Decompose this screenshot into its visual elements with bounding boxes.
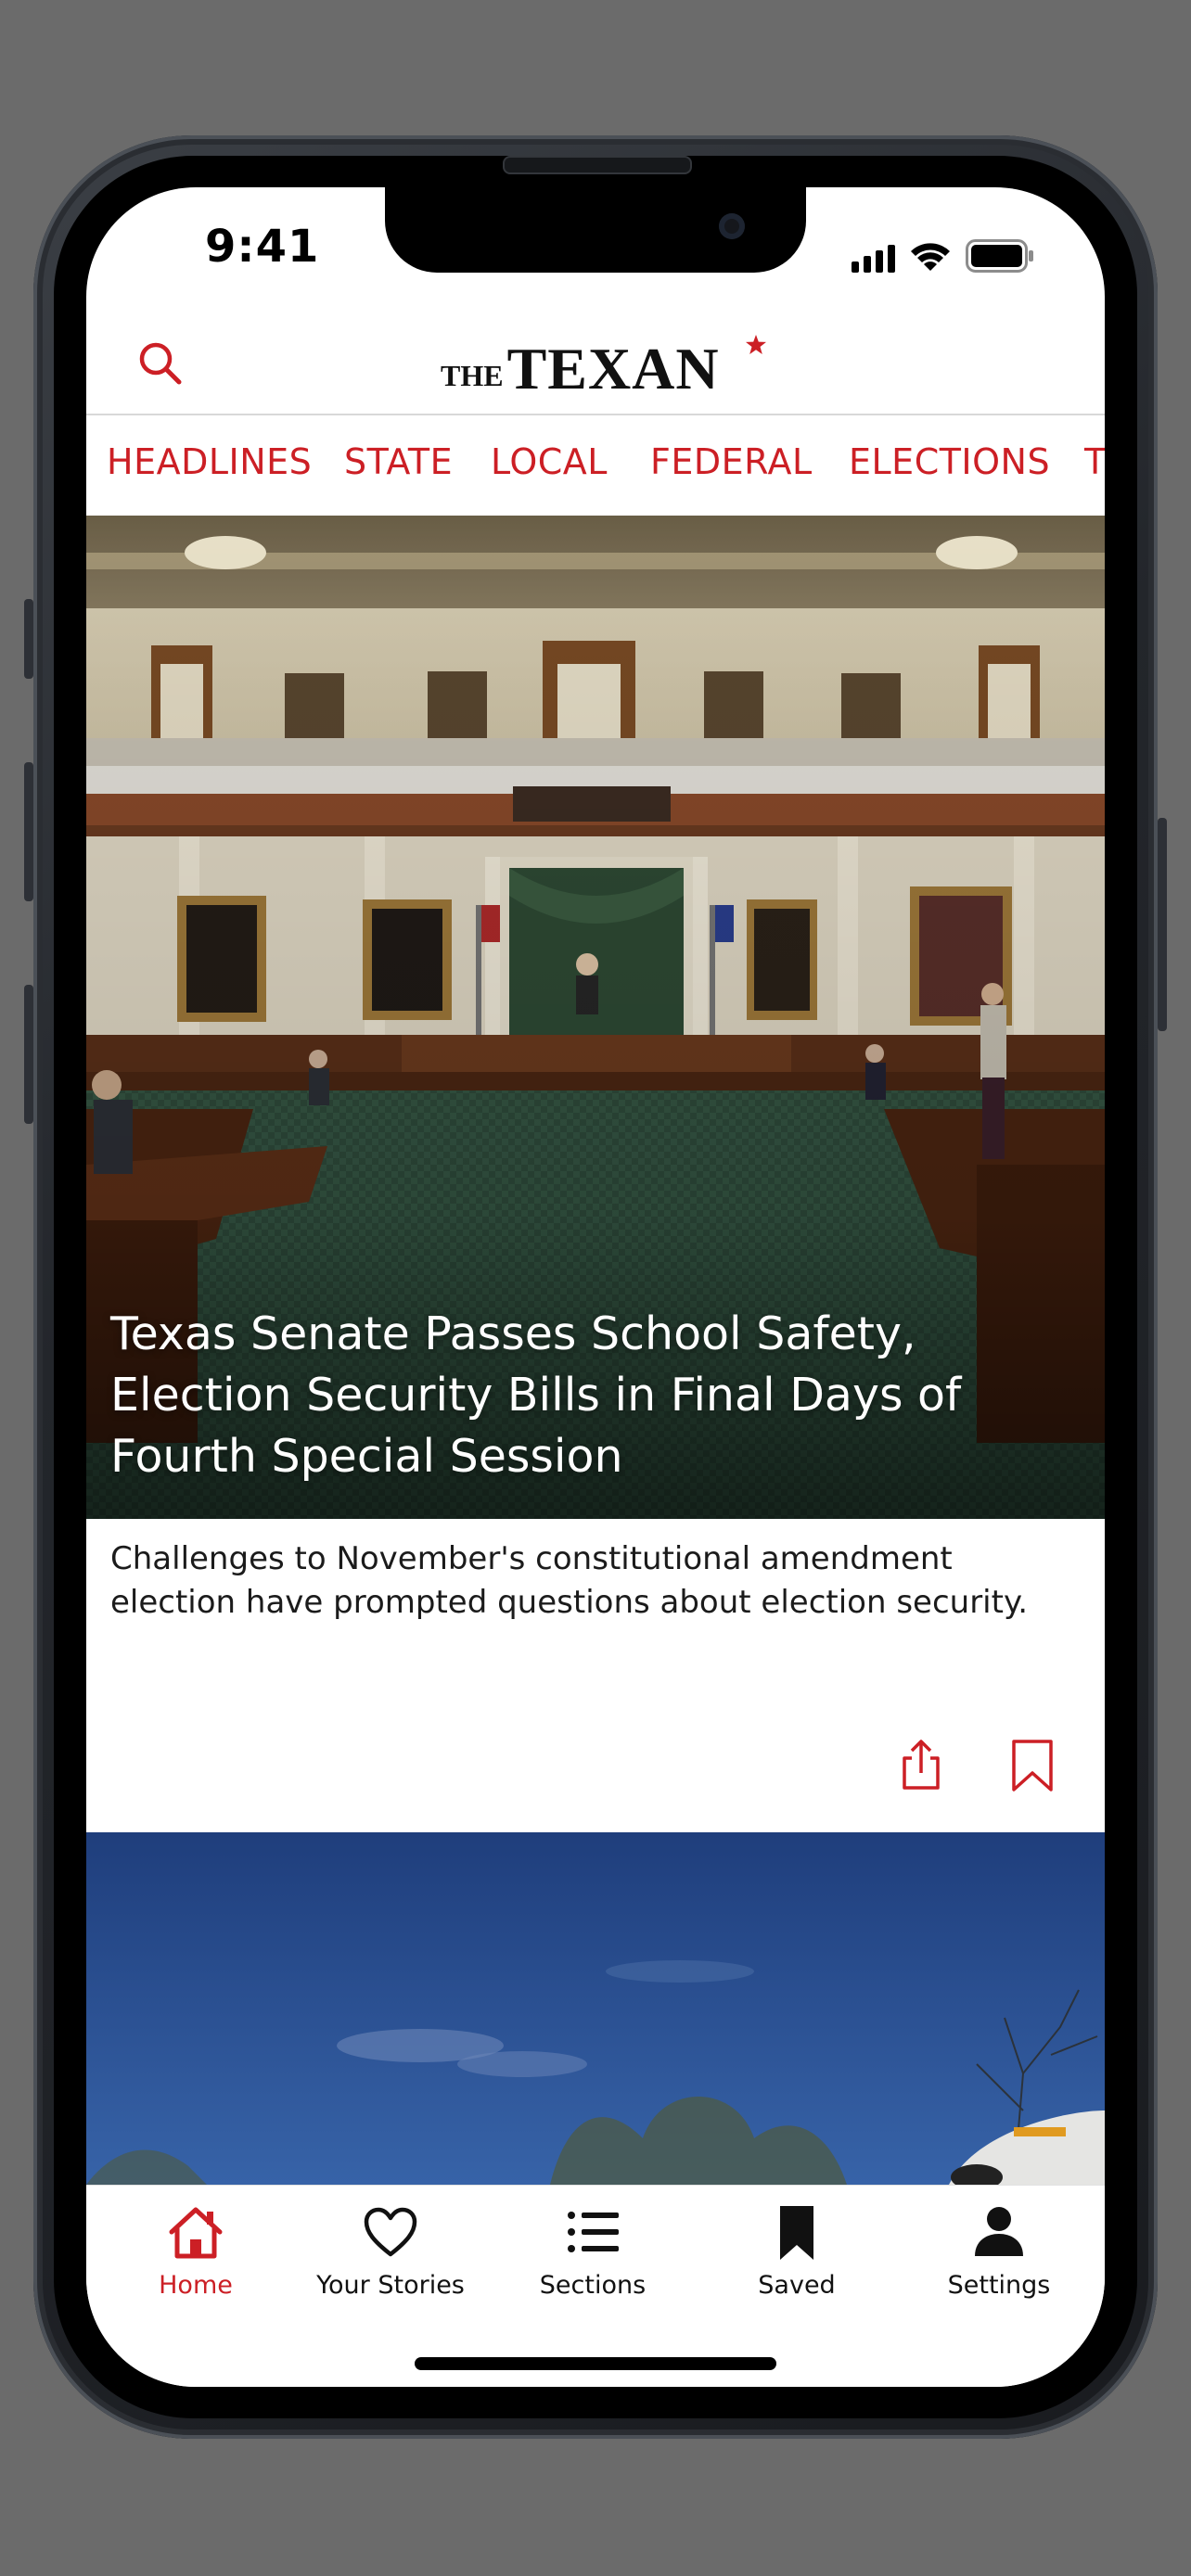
list-icon [568,2212,619,2252]
person-icon [975,2207,1023,2256]
logo-main-text: TEXAN [506,336,720,402]
share-icon [903,1740,940,1790]
category-tab-state[interactable]: STATE [344,441,453,482]
the-texan-logo: THE TEXAN [441,334,766,402]
earpiece-speaker [503,156,692,174]
search-icon [139,342,182,385]
app-header: THE TEXAN [86,317,1105,414]
status-bar: 9:41 [86,187,1105,317]
tab-saved[interactable]: Saved [704,2197,890,2317]
heart-icon [364,2207,417,2257]
status-icons [852,239,1034,273]
tab-settings[interactable]: Settings [906,2197,1092,2317]
category-nav: HEADLINES STATE LOCAL FEDERAL ELECTIONS … [86,415,1105,516]
bookmark-button[interactable] [1003,1736,1062,1795]
category-tab-federal[interactable]: FEDERAL [650,441,813,482]
dynamic-notch [385,187,806,273]
tab-home[interactable]: Home [103,2197,288,2317]
power-button [1158,818,1167,1031]
volume-up-button [24,762,33,901]
tab-your-stories-label: Your Stories [316,2271,465,2300]
star-icon [746,335,766,354]
featured-headline[interactable]: Texas Senate Passes School Safety, Elect… [110,1304,1075,1487]
bookmark-outline-icon [1012,1740,1053,1792]
status-time: 9:41 [205,221,320,273]
home-indicator[interactable] [415,2357,776,2370]
featured-summary: Challenges to November's constitutional … [110,1540,1029,1621]
tab-home-label: Home [159,2271,233,2300]
wifi-icon [911,243,950,271]
category-tab-next[interactable]: T [1084,441,1105,482]
cellular-signal-icon [852,245,895,273]
tab-settings-label: Settings [947,2271,1051,2300]
share-button[interactable] [891,1736,951,1795]
logo-small-text: THE [441,359,504,392]
search-button[interactable] [136,339,185,388]
category-tab-elections[interactable]: ELECTIONS [849,441,1050,482]
app-screen: 9:41 THE TEXAN HEADLINES STATE LOCAL FED… [86,187,1105,2387]
tab-your-stories[interactable]: Your Stories [298,2197,483,2317]
front-camera [719,213,745,239]
bookmark-icon [780,2206,813,2260]
battery-icon [966,239,1033,273]
sky-trees-photo [86,1832,1105,2185]
volume-down-button [24,985,33,1124]
tab-saved-label: Saved [758,2271,836,2300]
home-icon [169,2207,223,2259]
tab-sections[interactable]: Sections [500,2197,685,2317]
second-story-image[interactable] [86,1832,1105,2185]
tab-sections-label: Sections [539,2271,647,2300]
category-tab-local[interactable]: LOCAL [491,441,608,482]
silent-switch [24,599,33,679]
featured-story-card[interactable]: Texas Senate Passes School Safety, Elect… [86,516,1105,1519]
category-tab-headlines[interactable]: HEADLINES [107,441,312,482]
